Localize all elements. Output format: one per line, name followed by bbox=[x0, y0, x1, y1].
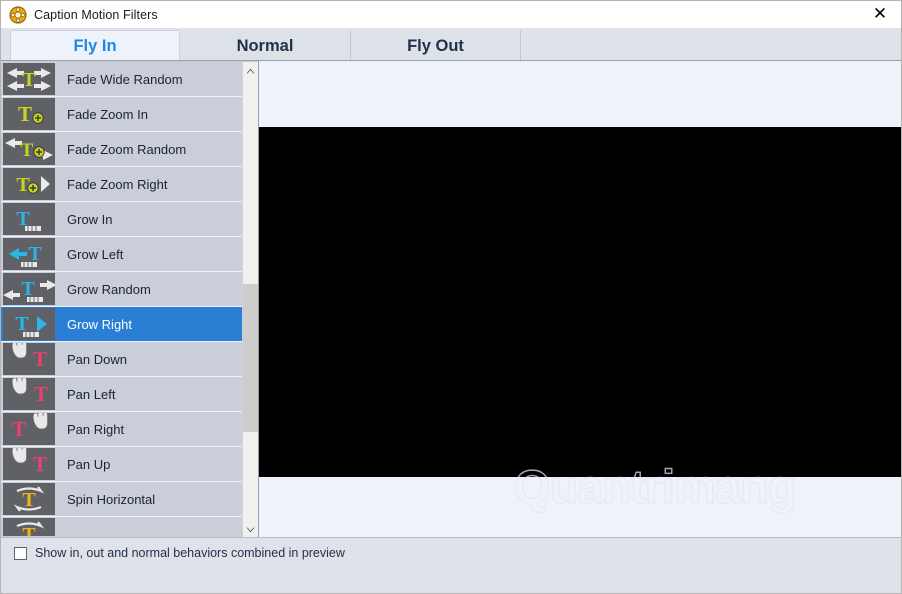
list-item-label: Grow Right bbox=[67, 316, 133, 332]
list-item[interactable]: T Grow Random bbox=[1, 272, 243, 307]
film-reel-icon bbox=[9, 5, 27, 24]
svg-text:T: T bbox=[22, 489, 36, 511]
list-item[interactable]: T Grow In bbox=[1, 202, 243, 237]
filter-thumbnail-icon: T bbox=[3, 343, 55, 375]
video-preview bbox=[259, 127, 901, 477]
combined-preview-checkbox[interactable] bbox=[14, 546, 27, 560]
list-item-label: Pan Up bbox=[67, 456, 111, 472]
list-item-label: Spin Horizontal bbox=[67, 491, 156, 507]
svg-text:T: T bbox=[22, 524, 36, 536]
list-item-label: Grow In bbox=[67, 211, 113, 227]
filter-thumbnail-icon: T bbox=[3, 203, 55, 235]
list-item-label: Fade Zoom Random bbox=[67, 141, 187, 157]
filter-thumbnail-icon: T bbox=[3, 448, 55, 480]
combined-preview-label: Show in, out and normal behaviors combin… bbox=[35, 546, 345, 560]
svg-text:T: T bbox=[18, 102, 32, 126]
list-item-label: Fade Zoom In bbox=[67, 106, 148, 122]
list-item[interactable]: T Spin Horizontal bbox=[1, 482, 243, 517]
filter-thumbnail-icon: T bbox=[3, 308, 55, 340]
list-item[interactable]: T Pan Right bbox=[1, 412, 243, 447]
filter-thumbnail-icon: T bbox=[3, 168, 55, 200]
filter-thumbnail-icon: T bbox=[3, 273, 55, 305]
svg-text:T: T bbox=[34, 382, 48, 406]
scrollbar-thumb[interactable] bbox=[243, 284, 258, 432]
list-item[interactable]: T Fade Zoom In bbox=[1, 97, 243, 132]
list-item-label: Pan Right bbox=[67, 421, 125, 437]
filter-list[interactable]: T Fade Wide Random T Fade Zoom In T Fade Zoom… bbox=[1, 62, 243, 536]
list-item[interactable]: T Fade Zoom Random bbox=[1, 132, 243, 167]
svg-text:T: T bbox=[21, 140, 34, 161]
tab-filler bbox=[521, 30, 901, 61]
list-item[interactable]: T Pan Up bbox=[1, 447, 243, 482]
dialog-footer: Show in, out and normal behaviors combin… bbox=[1, 537, 901, 593]
list-item-label: Grow Random bbox=[67, 281, 151, 297]
scroll-up-icon[interactable] bbox=[243, 62, 258, 79]
window-title: Caption Motion Filters bbox=[34, 7, 158, 22]
scroll-down-icon[interactable] bbox=[243, 521, 258, 537]
filter-list-panel: T Fade Wide Random T Fade Zoom In T Fade Zoom… bbox=[1, 60, 259, 537]
svg-text:T: T bbox=[28, 243, 42, 265]
dialog-body: T Fade Wide Random T Fade Zoom In T Fade Zoom… bbox=[1, 60, 901, 537]
tab-fly-out[interactable]: Fly Out bbox=[351, 30, 521, 61]
filter-thumbnail-icon: T bbox=[3, 98, 55, 130]
list-item[interactable]: T Fade Zoom Right bbox=[1, 167, 243, 202]
filter-thumbnail-icon: T bbox=[3, 378, 55, 410]
filter-thumbnail-icon: T bbox=[3, 238, 55, 270]
list-item-label: Fade Wide Random bbox=[67, 71, 183, 87]
list-item[interactable]: T Fade Wide Random bbox=[1, 62, 243, 97]
list-item[interactable]: T Grow Right bbox=[1, 307, 243, 342]
list-item[interactable]: T Pan Down bbox=[1, 342, 243, 377]
list-scrollbar[interactable] bbox=[242, 62, 258, 537]
list-item-label: Fade Zoom Right bbox=[67, 176, 168, 192]
close-icon[interactable]: ✕ bbox=[857, 2, 901, 28]
svg-text:T: T bbox=[22, 69, 36, 91]
filter-thumbnail-icon: T bbox=[3, 413, 55, 445]
caption-motion-filters-dialog: Caption Motion Filters ✕ Fly In Normal F… bbox=[0, 0, 902, 594]
preview-panel: Quantrimang bbox=[259, 60, 901, 537]
list-item[interactable]: T bbox=[1, 517, 243, 536]
title-bar: Caption Motion Filters ✕ bbox=[1, 1, 901, 29]
filter-thumbnail-icon: T bbox=[3, 63, 55, 95]
svg-text:T: T bbox=[15, 313, 29, 335]
svg-text:T: T bbox=[12, 417, 26, 441]
svg-text:T: T bbox=[33, 347, 47, 371]
filter-thumbnail-icon: T bbox=[3, 518, 55, 536]
list-item[interactable]: T Grow Left bbox=[1, 237, 243, 272]
list-item-label: Grow Left bbox=[67, 246, 124, 262]
list-item-label: Pan Left bbox=[67, 386, 116, 402]
list-item-label: Pan Down bbox=[67, 351, 127, 367]
svg-text:T: T bbox=[21, 278, 35, 300]
list-item[interactable]: T Pan Left bbox=[1, 377, 243, 412]
svg-text:T: T bbox=[33, 452, 47, 476]
filter-thumbnail-icon: T bbox=[3, 133, 55, 165]
tab-bar: Fly In Normal Fly Out bbox=[1, 28, 901, 61]
tab-normal[interactable]: Normal bbox=[180, 30, 351, 61]
filter-thumbnail-icon: T bbox=[3, 483, 55, 515]
tab-fly-in[interactable]: Fly In bbox=[10, 30, 180, 61]
combined-preview-option[interactable]: Show in, out and normal behaviors combin… bbox=[14, 546, 345, 560]
